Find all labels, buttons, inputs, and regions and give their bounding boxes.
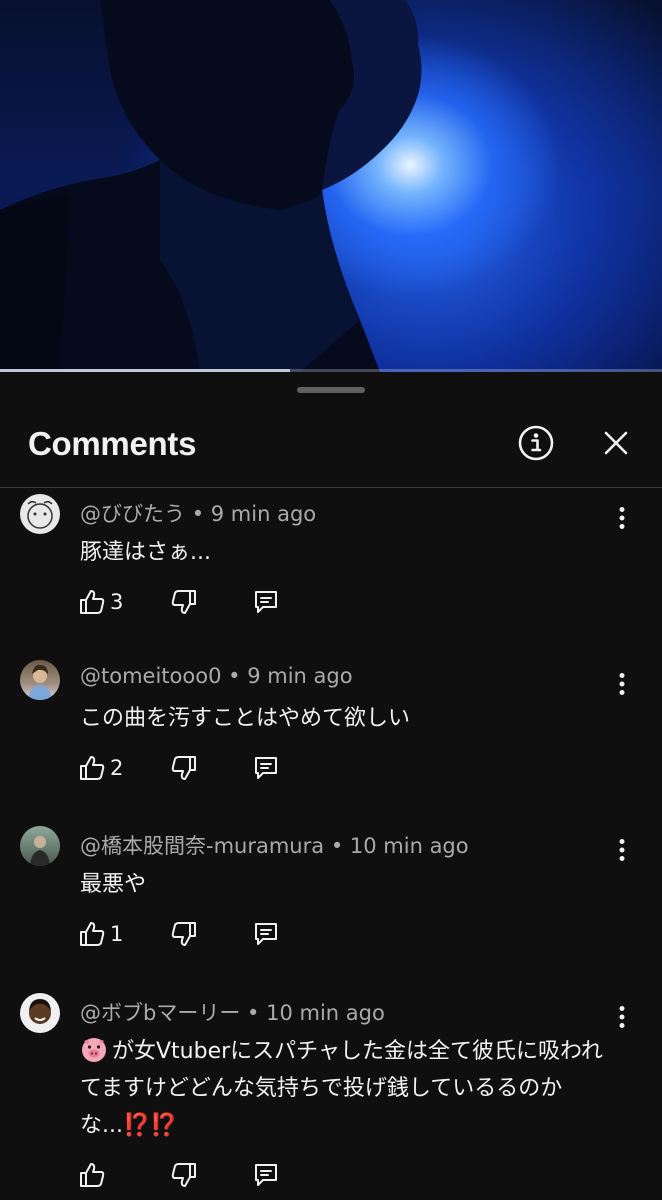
comment-actions: 2 xyxy=(78,752,618,784)
dislike-button[interactable] xyxy=(170,752,198,784)
thumb-up-icon xyxy=(80,922,105,946)
reply-button[interactable] xyxy=(252,586,280,618)
dislike-button[interactable] xyxy=(170,1159,198,1191)
avatar[interactable] xyxy=(20,826,60,866)
reply-icon xyxy=(255,757,277,779)
reply-button[interactable] xyxy=(252,1159,280,1191)
video-progress-fill xyxy=(0,369,290,372)
meta-separator: • xyxy=(330,834,344,858)
thumb-up-icon xyxy=(80,756,105,780)
comment-time: 10 min ago xyxy=(266,1001,385,1025)
thumb-down-icon xyxy=(171,590,196,614)
reply-icon xyxy=(255,923,277,945)
comments-header: Comments xyxy=(0,413,662,488)
thumb-down-icon xyxy=(171,1163,196,1187)
comment-actions: 3 xyxy=(78,586,618,618)
reply-icon xyxy=(255,1164,277,1186)
thumb-up-icon xyxy=(80,1163,105,1187)
comment-meta: @tomeitooo0 • 9 min ago xyxy=(80,664,353,688)
like-count: 1 xyxy=(110,922,124,946)
comment-actions xyxy=(78,1159,618,1191)
comment-menu-button[interactable] xyxy=(610,1003,634,1031)
like-count: 2 xyxy=(110,756,124,780)
meta-separator: • xyxy=(247,1001,260,1025)
avatar[interactable] xyxy=(20,660,60,700)
comment-meta: @ボブbマーリー • 10 min ago xyxy=(80,997,385,1027)
like-button[interactable]: 2 xyxy=(78,752,123,784)
comment-meta: @橋本股間奈-muramura • 10 min ago xyxy=(80,830,469,860)
comment-text: この曲を汚すことはやめて欲しい xyxy=(80,706,411,731)
reply-button[interactable] xyxy=(252,752,280,784)
like-button[interactable]: 1 xyxy=(78,918,123,950)
more-vert-icon xyxy=(619,507,625,529)
drag-handle[interactable] xyxy=(297,387,365,393)
comment-author[interactable]: @びびたう xyxy=(80,502,185,526)
panel-title: Comments xyxy=(28,425,197,462)
reply-icon xyxy=(255,591,277,613)
like-count: 3 xyxy=(110,590,124,614)
close-button[interactable] xyxy=(596,423,636,463)
more-vert-icon xyxy=(619,673,625,695)
comment-author[interactable]: @橋本股間奈-muramura xyxy=(80,834,324,858)
comment-actions: 1 xyxy=(78,918,618,950)
comment-time: 10 min ago xyxy=(349,834,469,858)
avatar[interactable] xyxy=(20,993,60,1033)
comment-time: 9 min ago xyxy=(210,502,317,526)
like-button[interactable] xyxy=(78,1159,106,1191)
dislike-button[interactable] xyxy=(170,586,198,618)
video-player[interactable] xyxy=(0,0,662,372)
more-vert-icon xyxy=(619,839,625,861)
pig-face-emoji xyxy=(82,1038,106,1062)
comment-text: 豚達はさぁ... xyxy=(80,540,211,565)
comment-author[interactable]: @tomeitooo0 xyxy=(80,664,221,688)
meta-separator: • xyxy=(191,502,205,526)
meta-separator: • xyxy=(228,664,241,688)
dislike-button[interactable] xyxy=(170,918,198,950)
more-vert-icon xyxy=(619,1006,625,1028)
video-frame xyxy=(0,0,422,372)
info-button[interactable] xyxy=(516,423,556,463)
comment-meta: @びびたう • 9 min ago xyxy=(80,498,316,528)
thumb-down-icon xyxy=(171,922,196,946)
comment-author[interactable]: @ボブbマーリー xyxy=(80,1001,240,1025)
avatar[interactable] xyxy=(20,494,60,534)
exclamation-question-emoji: ⁉️⁉️ xyxy=(122,1113,178,1138)
comment-menu-button[interactable] xyxy=(610,504,634,532)
video-progress-bar[interactable] xyxy=(0,369,662,372)
like-button[interactable]: 3 xyxy=(78,586,123,618)
comment-time: 9 min ago xyxy=(247,664,353,688)
comment-text: 最悪や xyxy=(80,872,147,897)
close-icon xyxy=(604,431,628,455)
comment-menu-button[interactable] xyxy=(610,670,634,698)
info-icon xyxy=(518,425,554,461)
thumb-down-icon xyxy=(171,756,196,780)
comment-text: が女Vtuberにスパチャした金は全て彼氏に吸われてますけどどんな気持ちで投げ銭… xyxy=(80,1033,620,1144)
reply-button[interactable] xyxy=(252,918,280,950)
comment-menu-button[interactable] xyxy=(610,836,634,864)
thumb-up-icon xyxy=(80,590,105,614)
